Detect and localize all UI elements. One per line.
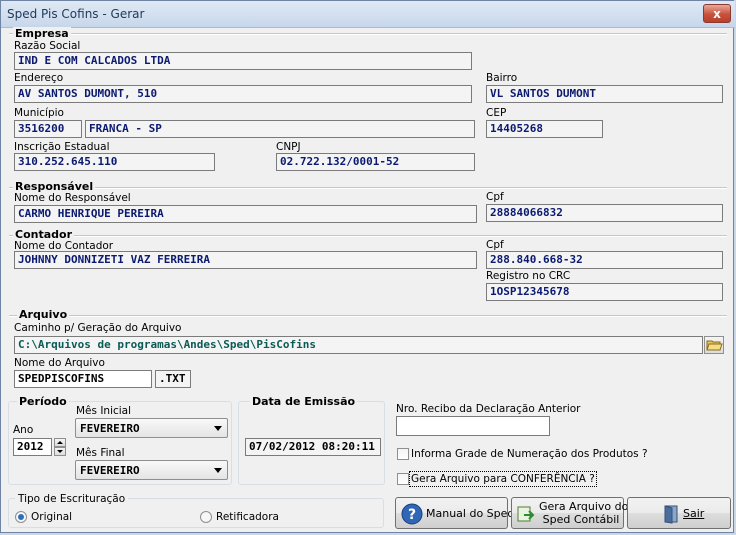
grade-checkbox[interactable] xyxy=(397,448,409,460)
sair-button[interactable]: Sair xyxy=(627,497,731,529)
mes-final-value: FEVEREIRO xyxy=(80,464,140,477)
cep-label: CEP xyxy=(486,107,507,119)
close-icon: x xyxy=(713,7,721,21)
conferencia-checkbox-label: Gera Arquivo para CONFERÊNCIA ? xyxy=(409,471,597,487)
cnpj-label: CNPJ xyxy=(276,141,301,153)
ano-stepper[interactable] xyxy=(54,438,66,456)
sair-label: Sair xyxy=(683,507,705,520)
caminho-field[interactable]: C:\Arquivos de programas\Andes\Sped\PisC… xyxy=(14,336,703,354)
cnpj-field[interactable]: 02.722.132/0001-52 xyxy=(276,153,475,171)
razao-social-label: Razão Social xyxy=(14,40,81,52)
recibo-label: Nro. Recibo da Declaração Anterior xyxy=(396,403,581,415)
mes-inicial-select[interactable]: FEVEREIRO xyxy=(75,418,228,438)
retificadora-radio-label: Retificadora xyxy=(216,511,279,523)
municipio-label: Município xyxy=(14,107,64,119)
mes-final-select[interactable]: FEVEREIRO xyxy=(75,460,228,480)
empresa-divider xyxy=(9,33,727,35)
grade-checkbox-label: Informa Grade de Numeração dos Produtos … xyxy=(411,448,648,460)
spin-down-icon[interactable] xyxy=(54,447,66,456)
responsavel-cpf-label: Cpf xyxy=(486,191,504,203)
razao-social-field[interactable]: IND E COM CALCADOS LTDA xyxy=(14,52,472,70)
manual-sped-label: Manual do Sped xyxy=(426,507,515,520)
original-radio[interactable] xyxy=(15,511,27,523)
mes-inicial-value: FEVEREIRO xyxy=(80,422,140,435)
cep-field[interactable]: 14405268 xyxy=(486,120,603,138)
arquivo-section-title: Arquivo xyxy=(17,308,70,321)
svg-text:?: ? xyxy=(408,507,416,523)
emissao-section-title: Data de Emissão xyxy=(250,395,358,408)
nome-arquivo-label: Nome do Arquivo xyxy=(14,357,105,369)
periodo-section-title: Período xyxy=(17,395,69,408)
ano-label: Ano xyxy=(13,424,34,436)
empresa-section-title: Empresa xyxy=(13,27,71,40)
chevron-down-icon xyxy=(214,426,222,431)
contador-cpf-label: Cpf xyxy=(486,239,504,251)
municipio-name-field[interactable]: FRANCA - SP xyxy=(85,120,475,138)
gera-arquivo-button[interactable]: Gera Arquivo do Sped Contábil xyxy=(511,497,629,529)
bairro-field[interactable]: VL SANTOS DUMONT xyxy=(486,85,723,103)
manual-sped-button[interactable]: ? Manual do Sped xyxy=(395,497,514,529)
window-title: Sped Pis Cofins - Gerar xyxy=(7,7,145,21)
responsavel-nome-field[interactable]: CARMO HENRIQUE PEREIRA xyxy=(14,205,477,223)
exit-door-icon xyxy=(664,505,678,524)
spin-up-icon[interactable] xyxy=(54,438,66,447)
export-icon xyxy=(517,506,535,522)
escrituracao-section-title: Tipo de Escrituração xyxy=(15,493,129,505)
conferencia-checkbox[interactable] xyxy=(397,473,409,485)
responsavel-cpf-field[interactable]: 28884066832 xyxy=(486,204,723,222)
form-body: Empresa Razão Social IND E COM CALCADOS … xyxy=(5,27,731,531)
recibo-field[interactable] xyxy=(396,416,550,436)
close-button[interactable]: x xyxy=(703,4,731,23)
original-radio-label: Original xyxy=(31,511,73,523)
bairro-label: Bairro xyxy=(486,72,518,84)
responsavel-divider xyxy=(9,187,727,189)
gera-arquivo-label-line2: Sped Contábil xyxy=(542,513,620,526)
nome-arquivo-field[interactable]: SPEDPISCOFINS xyxy=(14,370,152,388)
contador-divider xyxy=(9,235,727,237)
contador-cpf-field[interactable]: 288.840.668-32 xyxy=(486,251,723,269)
mes-inicial-label: Mês Inicial xyxy=(76,405,132,417)
folder-icon xyxy=(706,340,723,351)
endereco-field[interactable]: AV SANTOS DUMONT, 510 xyxy=(14,85,472,103)
data-emissao-field[interactable]: 07/02/2012 08:20:11 xyxy=(245,438,381,456)
mes-final-label: Mês Final xyxy=(76,447,125,459)
caminho-label: Caminho p/ Geração do Arquivo xyxy=(14,322,182,334)
arquivo-divider xyxy=(9,315,727,317)
inscricao-estadual-label: Inscrição Estadual xyxy=(14,141,110,153)
responsavel-nome-label: Nome do Responsável xyxy=(14,192,131,204)
crc-label: Registro no CRC xyxy=(486,270,571,282)
help-icon: ? xyxy=(401,503,423,525)
sped-window: Sped Pis Cofins - Gerar x Empresa Razão … xyxy=(0,0,735,533)
chevron-down-icon xyxy=(214,468,222,473)
gera-arquivo-label-line1: Gera Arquivo do xyxy=(539,500,629,513)
retificadora-radio[interactable] xyxy=(200,511,212,523)
endereco-label: Endereço xyxy=(14,72,64,84)
inscricao-estadual-field[interactable]: 310.252.645.110 xyxy=(14,153,215,171)
contador-nome-field[interactable]: JOHNNY DONNIZETI VAZ FERREIRA xyxy=(14,251,477,269)
ano-field[interactable]: 2012 xyxy=(13,438,52,456)
extensao-field[interactable]: .TXT xyxy=(155,370,191,388)
municipio-code-field[interactable]: 3516200 xyxy=(14,120,82,138)
crc-field[interactable]: 1OSP12345678 xyxy=(486,283,723,301)
title-bar[interactable]: Sped Pis Cofins - Gerar x xyxy=(1,1,735,28)
browse-folder-button[interactable] xyxy=(704,336,724,354)
